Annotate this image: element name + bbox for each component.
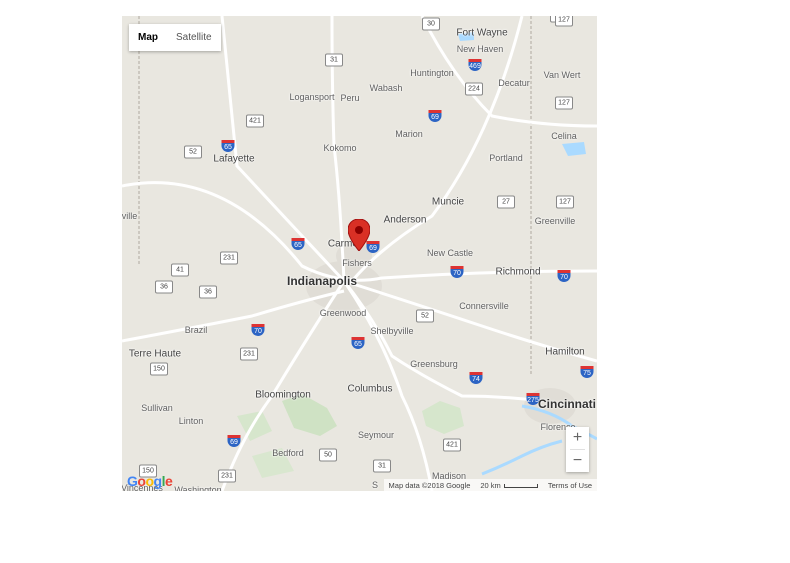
city-label: Linton — [178, 416, 204, 426]
city-label: Indianapolis — [286, 274, 358, 288]
location-pin-icon[interactable] — [347, 218, 371, 256]
city-label: Marion — [395, 129, 423, 139]
city-label: Columbus — [347, 383, 393, 395]
city-label: Logansport — [289, 92, 335, 102]
city-label: Portland — [489, 153, 523, 163]
google-logo-letter: G — [127, 473, 138, 489]
google-logo-letter: e — [164, 473, 173, 489]
us-route-shield-icon: 36 — [155, 280, 173, 294]
city-label: Anderson — [383, 214, 427, 226]
city-label: Fort Wayne — [456, 27, 508, 39]
city-label: Fishers — [342, 258, 372, 268]
map-type-control: Map Satellite — [129, 24, 221, 51]
map-data-text: Map data ©2018 Google — [388, 480, 471, 490]
us-route-shield-icon: 231 — [240, 347, 258, 361]
attribution-bar: Map data ©2018 Google 20 km Terms of Use — [383, 479, 597, 491]
city-label: Richmond — [495, 266, 541, 278]
city-label: Sullivan — [141, 403, 173, 413]
city-label: Wabash — [369, 83, 403, 93]
city-label: Van Wert — [543, 70, 581, 80]
city-label: Hamilton — [545, 346, 585, 358]
us-route-shield-icon: 150 — [150, 362, 168, 376]
city-label: Peru — [340, 93, 360, 103]
zoom-out-button[interactable]: − — [566, 450, 589, 472]
google-logo-letter: o — [145, 473, 154, 489]
city-label: Greenwood — [319, 308, 367, 318]
us-route-shield-icon: 50 — [319, 448, 337, 462]
city-label: Bedford — [272, 448, 304, 458]
us-route-shield-icon: 421 — [443, 438, 461, 452]
city-label: Greenville — [534, 216, 576, 226]
us-route-shield-icon: 127 — [556, 195, 574, 209]
terms-of-use-link[interactable]: Terms of Use — [548, 481, 592, 490]
city-label: Connersville — [459, 301, 509, 311]
city-label: Brazil — [184, 325, 208, 335]
city-label: Shelbyville — [370, 326, 414, 336]
scale-indicator[interactable]: 20 km — [480, 480, 538, 490]
us-route-shield-icon: 127 — [555, 16, 573, 27]
us-route-shield-icon: 52 — [184, 145, 202, 159]
interstate-shield-icon: 469 — [468, 59, 482, 71]
city-label: Muncie — [431, 196, 465, 208]
city-label: Decatur — [498, 78, 530, 88]
scale-label: 20 km — [480, 480, 501, 490]
city-label: New Haven — [456, 44, 504, 54]
city-label: Cincinnati — [537, 397, 597, 411]
city-label: Greensburg — [410, 359, 458, 369]
us-route-shield-icon: 421 — [246, 114, 264, 128]
us-route-shield-icon: 41 — [171, 263, 189, 277]
us-route-shield-icon: 31 — [373, 459, 391, 473]
city-label: S — [371, 480, 379, 490]
us-route-shield-icon: 224 — [465, 82, 483, 96]
zoom-control: + − — [566, 427, 589, 472]
interstate-shield-icon: 275 — [526, 393, 540, 405]
us-route-shield-icon: 127 — [555, 96, 573, 110]
us-route-shield-icon: 30 — [422, 17, 440, 31]
us-route-shield-icon: 231 — [220, 251, 238, 265]
google-logo-letter: g — [153, 473, 163, 489]
city-label: Washington — [174, 485, 222, 491]
map-type-satellite-button[interactable]: Satellite — [167, 24, 221, 51]
map-view[interactable]: Fort Wayne New Haven Huntington Decatur Van … — [122, 16, 597, 491]
city-label: Lafayette — [213, 153, 255, 165]
city-label: Seymour — [357, 430, 395, 440]
us-route-shield-icon: 31 — [325, 53, 343, 67]
city-label: Celina — [551, 131, 577, 141]
city-label: Terre Haute — [128, 348, 182, 360]
us-route-shield-icon: 36 — [199, 285, 217, 299]
google-logo: Google — [127, 473, 173, 489]
us-route-shield-icon: 231 — [218, 469, 236, 483]
city-label: New Castle — [426, 248, 474, 258]
city-label: Bloomington — [255, 389, 311, 401]
city-label: Kokomo — [323, 143, 357, 153]
city-label: nville — [122, 211, 138, 221]
us-route-shield-icon: 52 — [416, 309, 434, 323]
scale-bar — [503, 483, 538, 488]
map-type-map-button[interactable]: Map — [129, 24, 167, 51]
zoom-in-button[interactable]: + — [566, 427, 589, 449]
us-route-shield-icon: 27 — [497, 195, 515, 209]
city-label: Huntington — [410, 68, 454, 78]
